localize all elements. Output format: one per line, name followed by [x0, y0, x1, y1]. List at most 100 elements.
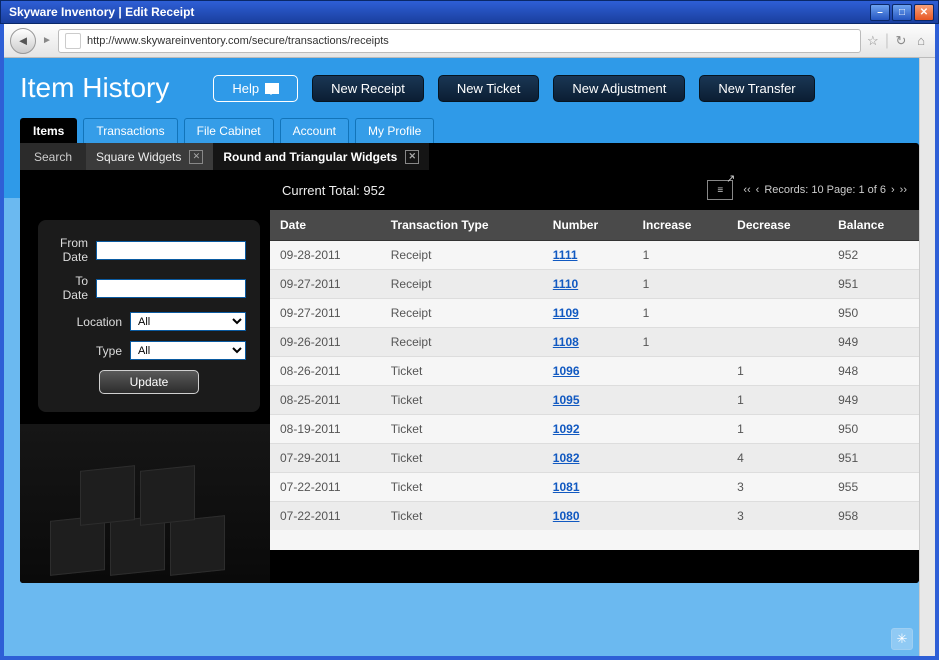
cell-decrease: 3	[727, 502, 828, 531]
number-link[interactable]: 1081	[553, 480, 580, 494]
favicon-icon	[65, 33, 81, 49]
table-row: 07-22-2011Ticket10813955	[270, 473, 919, 502]
minimize-button[interactable]: –	[870, 4, 890, 21]
from-date-input[interactable]	[96, 241, 246, 260]
to-date-input[interactable]	[96, 279, 246, 298]
tab-transactions[interactable]: Transactions	[83, 118, 177, 143]
col-number[interactable]: Number	[543, 210, 633, 241]
cell-date: 07-22-2011	[270, 473, 381, 502]
cell-type: Receipt	[381, 241, 543, 270]
cell-increase	[633, 502, 728, 531]
number-link[interactable]: 1082	[553, 451, 580, 465]
type-label: Type	[52, 344, 122, 358]
cell-balance: 950	[828, 299, 919, 328]
export-icon[interactable]: ≡	[707, 180, 733, 200]
subtab-square-widgets[interactable]: Square Widgets ✕	[86, 143, 213, 170]
cell-date: 09-26-2011	[270, 328, 381, 357]
browser-toolbar: ◄ ► http://www.skywareinventory.com/secu…	[4, 24, 935, 58]
pager-text: Records: 10 Page: 1 of 6	[764, 184, 886, 196]
close-button[interactable]: ✕	[914, 4, 934, 21]
cell-number: 1110	[543, 270, 633, 299]
cell-number: 1080	[543, 502, 633, 531]
cell-decrease	[727, 299, 828, 328]
current-total: Current Total: 952	[282, 183, 385, 198]
table-row: 08-19-2011Ticket10921950	[270, 415, 919, 444]
table-row: 07-22-2011Ticket10803958	[270, 502, 919, 531]
location-label: Location	[52, 315, 122, 329]
number-link[interactable]: 1109	[553, 306, 579, 320]
new-transfer-button[interactable]: New Transfer	[699, 75, 814, 102]
col-type[interactable]: Transaction Type	[381, 210, 543, 241]
cell-number: 1096	[543, 357, 633, 386]
new-receipt-button[interactable]: New Receipt	[312, 75, 424, 102]
cell-type: Ticket	[381, 473, 543, 502]
number-link[interactable]: 1092	[553, 422, 580, 436]
subtab-search[interactable]: Search	[20, 143, 86, 170]
reload-icon[interactable]: ↻	[893, 33, 909, 49]
forward-button[interactable]: ►	[40, 34, 54, 48]
subtab-round-widgets[interactable]: Round and Triangular Widgets ✕	[213, 143, 429, 170]
cell-number: 1095	[543, 386, 633, 415]
close-icon[interactable]: ✕	[189, 150, 203, 164]
location-select[interactable]: All	[130, 312, 246, 331]
maximize-button[interactable]: □	[892, 4, 912, 21]
col-decrease[interactable]: Decrease	[727, 210, 828, 241]
tab-items[interactable]: Items	[20, 118, 77, 143]
pager-first[interactable]: ‹‹	[743, 184, 750, 196]
to-date-label: To Date	[52, 274, 88, 302]
cell-number: 1108	[543, 328, 633, 357]
cell-type: Ticket	[381, 415, 543, 444]
number-link[interactable]: 1108	[553, 335, 579, 349]
cell-date: 08-26-2011	[270, 357, 381, 386]
col-balance[interactable]: Balance	[828, 210, 919, 241]
number-link[interactable]: 1111	[553, 248, 578, 262]
pager-last[interactable]: ››	[900, 184, 907, 196]
tab-account[interactable]: Account	[280, 118, 349, 143]
bookmark-icon[interactable]: ☆	[865, 33, 881, 49]
table-row: 09-26-2011Receipt11081949	[270, 328, 919, 357]
cell-increase: 1	[633, 328, 728, 357]
cell-balance: 951	[828, 444, 919, 473]
feedback-icon[interactable]: ✳	[891, 628, 913, 650]
cell-type: Ticket	[381, 386, 543, 415]
table-row: 08-26-2011Ticket10961948	[270, 357, 919, 386]
pager: ‹‹ ‹ Records: 10 Page: 1 of 6 › ››	[743, 184, 907, 196]
number-link[interactable]: 1110	[553, 277, 578, 291]
cell-date: 09-28-2011	[270, 241, 381, 270]
cell-increase: 1	[633, 299, 728, 328]
cell-number: 1092	[543, 415, 633, 444]
cell-balance: 949	[828, 328, 919, 357]
back-button[interactable]: ◄	[10, 28, 36, 54]
help-button[interactable]: Help	[213, 75, 298, 102]
cell-balance: 952	[828, 241, 919, 270]
pager-prev[interactable]: ‹	[756, 184, 760, 196]
pager-next[interactable]: ›	[891, 184, 895, 196]
cell-increase: 1	[633, 270, 728, 299]
type-select[interactable]: All	[130, 341, 246, 360]
cell-decrease: 4	[727, 444, 828, 473]
update-button[interactable]: Update	[99, 370, 199, 394]
url-bar[interactable]: http://www.skywareinventory.com/secure/t…	[58, 29, 861, 53]
number-link[interactable]: 1096	[553, 364, 580, 378]
decorative-cubes	[20, 424, 270, 583]
cell-increase	[633, 444, 728, 473]
cell-decrease: 1	[727, 386, 828, 415]
home-icon[interactable]: ⌂	[913, 33, 929, 49]
cell-date: 07-29-2011	[270, 444, 381, 473]
table-row: 09-27-2011Receipt11101951	[270, 270, 919, 299]
col-increase[interactable]: Increase	[633, 210, 728, 241]
cell-increase	[633, 473, 728, 502]
new-ticket-button[interactable]: New Ticket	[438, 75, 540, 102]
col-date[interactable]: Date	[270, 210, 381, 241]
tab-file-cabinet[interactable]: File Cabinet	[184, 118, 274, 143]
tab-my-profile[interactable]: My Profile	[355, 118, 434, 143]
scrollbar[interactable]	[919, 58, 935, 656]
filter-panel: From Date To Date Location All Type	[38, 220, 260, 412]
number-link[interactable]: 1095	[553, 393, 580, 407]
cell-increase: 1	[633, 241, 728, 270]
number-link[interactable]: 1080	[553, 509, 580, 523]
cell-type: Ticket	[381, 444, 543, 473]
new-adjustment-button[interactable]: New Adjustment	[553, 75, 685, 102]
cell-type: Receipt	[381, 299, 543, 328]
close-icon[interactable]: ✕	[405, 150, 419, 164]
